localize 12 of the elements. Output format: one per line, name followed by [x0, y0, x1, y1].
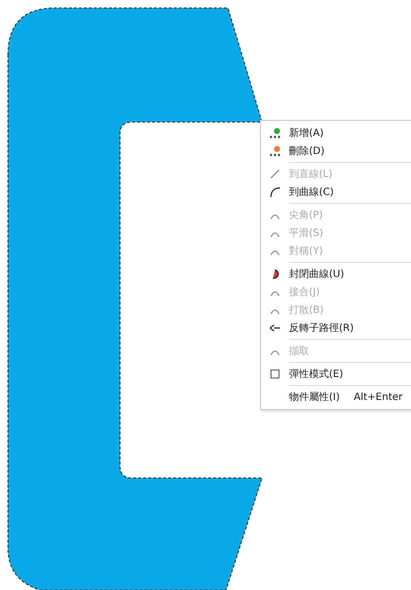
menu-item[interactable]: 到曲線(C) [261, 183, 411, 201]
menu-item[interactable]: 彈性模式(E) [261, 365, 411, 383]
menu-item[interactable]: 新增(A) [261, 124, 411, 142]
menu-item[interactable]: 反轉子路徑(R) [261, 319, 411, 337]
menu-item[interactable]: 刪除(D) [261, 142, 411, 160]
reverse-icon [269, 322, 281, 334]
menu-item[interactable]: 物件屬性(I) Alt+Enter [261, 388, 411, 406]
delete-node-icon [269, 145, 281, 157]
menu-item[interactable]: 封閉曲線(U) [261, 265, 411, 283]
add-node-icon [269, 127, 281, 139]
line-icon [269, 168, 281, 180]
curve-icon [269, 186, 281, 198]
